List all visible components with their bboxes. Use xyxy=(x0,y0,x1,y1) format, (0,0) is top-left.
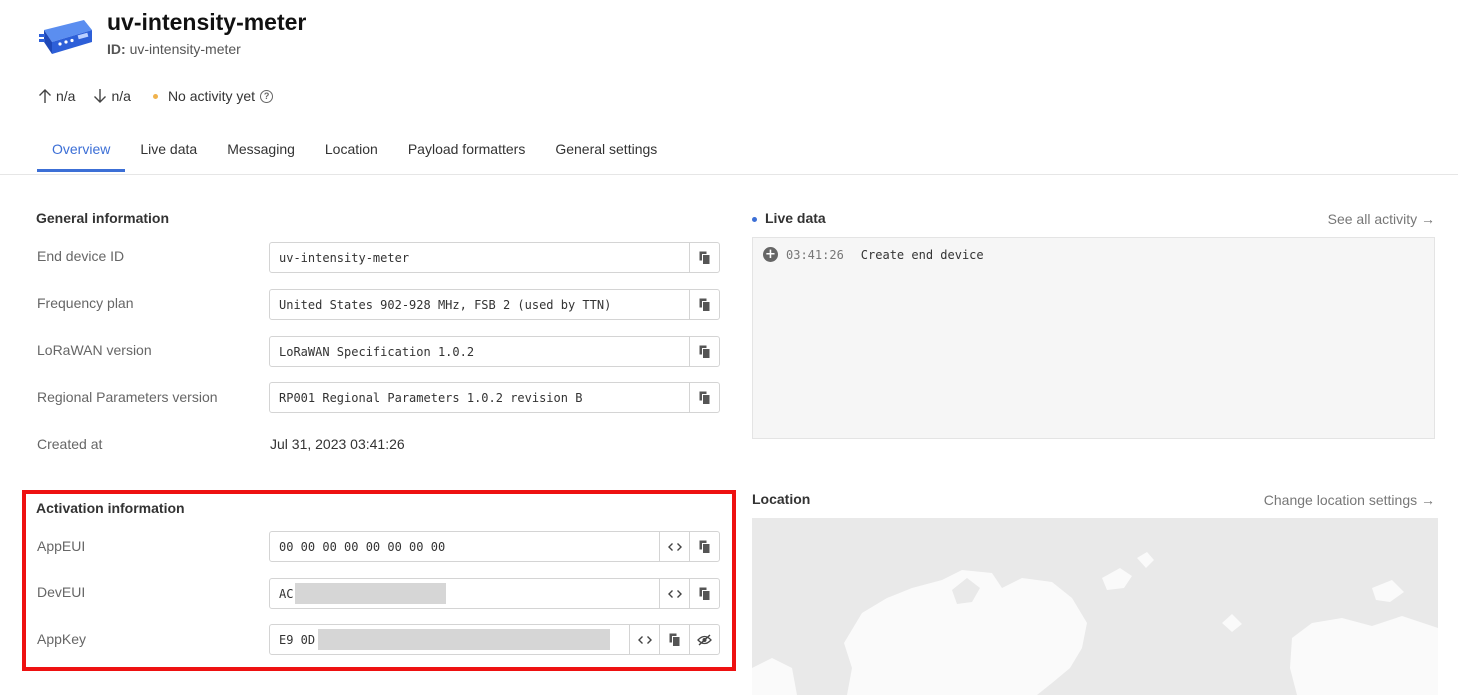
lorawan-version-field: LoRaWAN Specification 1.0.2 xyxy=(269,336,720,367)
redacted-block xyxy=(318,629,611,650)
code-icon xyxy=(667,542,682,551)
created-at-value: Jul 31, 2023 03:41:26 xyxy=(270,436,405,452)
appeui-label: AppEUI xyxy=(37,538,86,554)
appkey-field: E9 0D xyxy=(269,624,720,655)
tab-overview[interactable]: Overview xyxy=(37,130,126,172)
event-time: 03:41:26 xyxy=(786,247,844,262)
downlink-stat: n/a xyxy=(93,88,131,104)
copy-button[interactable] xyxy=(689,579,719,608)
eye-off-icon xyxy=(697,633,712,646)
see-all-activity-link[interactable]: See all activity → xyxy=(1328,211,1435,227)
downlink-value: n/a xyxy=(111,88,131,104)
device-id-value: uv-intensity-meter xyxy=(129,41,241,57)
frequency-plan-value: United States 902-928 MHz, FSB 2 (used b… xyxy=(279,297,612,312)
event-text: Create end device xyxy=(860,247,984,262)
tab-bar: Overview Live data Messaging Location Pa… xyxy=(37,130,672,172)
toggle-format-button[interactable] xyxy=(659,579,689,608)
tab-live-data[interactable]: Live data xyxy=(125,130,212,171)
live-data-title: Live data xyxy=(765,210,826,226)
copy-icon xyxy=(669,633,680,647)
plus-circle-icon: + xyxy=(763,247,778,262)
created-at-label: Created at xyxy=(37,436,103,452)
general-info-title: General information xyxy=(36,210,170,226)
copy-button[interactable] xyxy=(689,243,719,272)
arrow-down-icon xyxy=(94,89,107,103)
live-indicator-dot xyxy=(752,217,757,222)
location-map[interactable] xyxy=(752,518,1438,695)
device-id: ID: uv-intensity-meter xyxy=(107,41,241,57)
tab-messaging[interactable]: Messaging xyxy=(212,130,310,171)
appkey-label: AppKey xyxy=(37,631,87,647)
frequency-plan-field: United States 902-928 MHz, FSB 2 (used b… xyxy=(269,289,720,320)
copy-icon xyxy=(699,391,710,405)
copy-button[interactable] xyxy=(689,290,719,319)
code-icon xyxy=(667,589,682,598)
help-icon[interactable]: ? xyxy=(260,89,274,103)
arrow-up-icon xyxy=(39,89,51,103)
lorawan-version-value: LoRaWAN Specification 1.0.2 xyxy=(279,344,475,359)
deveui-value: AC xyxy=(279,586,294,601)
appeui-value: 00 00 00 00 00 00 00 00 xyxy=(279,539,446,554)
toggle-format-button[interactable] xyxy=(629,625,659,654)
deveui-field: AC xyxy=(269,578,720,609)
copy-icon xyxy=(699,251,710,265)
lorawan-version-label: LoRaWAN version xyxy=(37,342,152,358)
device-id-label: ID: xyxy=(107,41,126,57)
regional-params-value: RP001 Regional Parameters 1.0.2 revision… xyxy=(279,390,583,405)
copy-icon xyxy=(699,540,710,554)
tab-payload-formatters[interactable]: Payload formatters xyxy=(393,130,541,171)
redacted-block xyxy=(295,583,447,604)
event-row[interactable]: + 03:41:26 Create end device xyxy=(763,247,984,262)
copy-button[interactable] xyxy=(659,625,689,654)
regional-params-label: Regional Parameters version xyxy=(37,389,218,405)
appeui-field: 00 00 00 00 00 00 00 00 xyxy=(269,531,720,562)
device-title: uv-intensity-meter xyxy=(107,9,307,35)
hide-value-button[interactable] xyxy=(689,625,719,654)
live-data-panel: + 03:41:26 Create end device xyxy=(752,237,1435,439)
end-device-id-label: End device ID xyxy=(37,248,125,264)
appkey-value-wrap: E9 0D xyxy=(270,625,629,654)
deveui-label: DevEUI xyxy=(37,584,86,600)
appkey-value: E9 0D xyxy=(279,632,316,647)
status-dot xyxy=(152,93,158,99)
tab-general-settings[interactable]: General settings xyxy=(540,130,672,171)
frequency-plan-label: Frequency plan xyxy=(37,295,134,311)
uplink-stat: n/a xyxy=(38,88,75,104)
deveui-value-wrap: AC xyxy=(270,579,659,608)
copy-icon xyxy=(699,298,710,312)
uplink-value: n/a xyxy=(56,88,76,104)
map-landmass xyxy=(752,552,1438,695)
copy-button[interactable] xyxy=(689,383,719,412)
activity-status: No activity yet xyxy=(167,88,256,104)
end-device-id-field: uv-intensity-meter xyxy=(269,242,720,273)
copy-icon xyxy=(699,345,710,359)
regional-params-field: RP001 Regional Parameters 1.0.2 revision… xyxy=(269,382,720,413)
tab-location[interactable]: Location xyxy=(310,130,393,171)
activation-info-title: Activation information xyxy=(36,500,185,516)
location-title: Location xyxy=(752,491,811,507)
device-icon xyxy=(39,20,92,54)
copy-button[interactable] xyxy=(689,337,719,366)
code-icon xyxy=(637,635,652,644)
toggle-format-button[interactable] xyxy=(659,532,689,561)
tabs-divider xyxy=(0,174,1458,175)
change-location-link[interactable]: Change location settings → xyxy=(1264,492,1435,508)
copy-icon xyxy=(699,587,710,601)
copy-button[interactable] xyxy=(689,532,719,561)
device-stats: n/a n/a No activity yet ? xyxy=(38,86,274,106)
end-device-id-value: uv-intensity-meter xyxy=(279,250,410,265)
